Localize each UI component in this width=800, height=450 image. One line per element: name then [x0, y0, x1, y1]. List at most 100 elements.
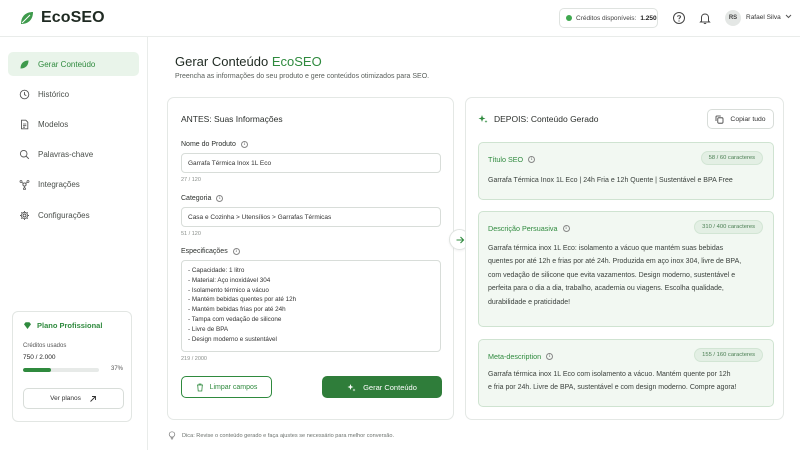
- info-icon[interactable]: [232, 248, 240, 255]
- specs-textarea[interactable]: - Capacidade: 1 litro - Material: Aço in…: [181, 260, 441, 352]
- info-icon[interactable]: [240, 141, 248, 148]
- chevron-down-icon[interactable]: [785, 14, 792, 19]
- seo-title-label-text: Título SEO: [488, 155, 524, 164]
- spec-line: - Mantém bebidas frias por até 24h: [188, 306, 286, 314]
- page-title: Gerar Conteúdo EcoSEO: [175, 54, 322, 69]
- credits-progress-fill: [23, 368, 52, 372]
- after-panel: DEPOIS: Conteúdo Gerado Copiar tudo Títu…: [465, 97, 784, 420]
- sidebar-item-label: Histórico: [38, 89, 70, 99]
- sparkle-icon: [347, 383, 356, 391]
- specs-label: Especificações: [181, 248, 240, 255]
- sidebar: Gerar Conteúdo Histórico Modelos Palavra…: [0, 37, 148, 450]
- product-name-counter: 27 / 120: [181, 177, 201, 183]
- spec-line: - Material: Aço inoxidável 304: [188, 276, 271, 284]
- avatar[interactable]: RS: [725, 10, 741, 26]
- sidebar-item-label: Modelos: [38, 119, 69, 129]
- product-name-label: Nome do Produto: [181, 141, 248, 148]
- credits-used-value: 750 / 2.000: [23, 354, 56, 361]
- gear-icon: [20, 210, 29, 220]
- spec-line: - Tampa com vedação de silicone: [188, 315, 282, 323]
- after-panel-title: DEPOIS: Conteúdo Gerado: [478, 114, 598, 124]
- page-title-prefix: Gerar Conteúdo: [175, 54, 269, 69]
- info-icon[interactable]: [528, 156, 536, 163]
- meta-description-line: Garrafa térmica inox 1L Eco com isolamen…: [488, 371, 731, 378]
- description-label-text: Descrição Persuasiva: [488, 224, 558, 233]
- product-name-input[interactable]: Garrafa Térmica Inox 1L Eco: [181, 153, 441, 173]
- info-icon[interactable]: [546, 353, 554, 360]
- meta-description-char-badge: 155 / 160 caracteres: [694, 348, 763, 362]
- help-icon[interactable]: [672, 11, 686, 25]
- view-plans-label: Ver planos: [50, 395, 81, 402]
- sidebar-item-gerar-conteudo[interactable]: Gerar Conteúdo: [8, 52, 139, 76]
- sidebar-item-label: Gerar Conteúdo: [38, 59, 96, 69]
- credits-used-label: Créditos usados: [23, 343, 67, 349]
- spec-line: - Livre de BPA: [188, 325, 229, 333]
- meta-description-line: e fria por 24h. Livre de BPA, sustentáve…: [488, 384, 737, 392]
- meta-description-card: Meta-description 155 / 160 caracteres Ga…: [478, 339, 774, 407]
- description-line: durabilidade e praticidade!: [488, 298, 571, 306]
- credits-status-dot: [566, 15, 572, 21]
- page-subtitle: Preencha as informações do seu produto e…: [175, 73, 430, 80]
- sidebar-item-label: Configurações: [38, 210, 90, 220]
- credits-used-percent: 37%: [111, 366, 124, 372]
- copy-all-button[interactable]: Copiar tudo: [707, 109, 774, 129]
- seo-title-char-badge: 58 / 60 caracteres: [700, 151, 763, 165]
- copy-all-label: Copiar tudo: [730, 115, 766, 123]
- spec-line: - Isolamento térmico a vácuo: [188, 286, 269, 294]
- info-icon[interactable]: [216, 195, 224, 202]
- sidebar-item-integracoes[interactable]: Integrações: [8, 172, 139, 196]
- sparkle-icon: [478, 115, 488, 123]
- document-icon: [21, 119, 29, 129]
- generate-content-button[interactable]: Gerar Conteúdo: [322, 376, 442, 398]
- category-input[interactable]: Casa e Cozinha > Utensílios > Garrafas T…: [181, 207, 441, 227]
- sidebar-item-label: Palavras-chave: [38, 149, 94, 159]
- clear-fields-label: Limpar campos: [209, 383, 258, 391]
- sidebar-item-historico[interactable]: Histórico: [8, 82, 139, 106]
- before-panel: ANTES: Suas Informações Nome do Produto …: [167, 97, 454, 420]
- view-plans-button[interactable]: Ver planos: [23, 388, 124, 409]
- info-icon[interactable]: [562, 225, 570, 232]
- spec-line: - Capacidade: 1 litro: [188, 267, 245, 274]
- after-panel-title-text: DEPOIS: Conteúdo Gerado: [494, 114, 599, 124]
- footer-tip: Dica: Revise o conteúdo gerado e faça aj…: [168, 431, 394, 440]
- before-panel-title: ANTES: Suas Informações: [181, 114, 283, 124]
- app-name: EcoSEO: [41, 9, 105, 26]
- category-label: Categoria: [181, 195, 224, 202]
- spec-line: - Mantém bebidas quentes por até 12h: [188, 296, 297, 304]
- credits-value: 1.250: [640, 14, 657, 22]
- trash-icon: [196, 383, 203, 391]
- seo-title-card: Título SEO 58 / 60 caracteres Garrafa Té…: [478, 142, 774, 200]
- sidebar-item-configuracoes[interactable]: Configurações: [8, 203, 139, 227]
- credits-badge[interactable]: Créditos disponíveis: 1.250: [559, 8, 658, 28]
- specs-label-text: Especificações: [181, 248, 228, 255]
- diamond-icon: [24, 322, 31, 329]
- search-icon: [19, 149, 30, 159]
- leaf-logo-icon: [21, 12, 33, 24]
- seo-title-label: Título SEO: [488, 155, 536, 164]
- lightbulb-icon: [168, 431, 176, 440]
- copy-icon: [716, 115, 724, 124]
- top-header: EcoSEO Créditos disponíveis: 1.250 RS Ra…: [0, 0, 800, 37]
- generate-content-label: Gerar Conteúdo: [363, 382, 417, 392]
- arrow-up-right-icon: [90, 395, 96, 402]
- product-name-label-text: Nome do Produto: [181, 141, 236, 148]
- description-line: quentes por até 12h e frias por até 24h.…: [488, 258, 742, 266]
- meta-description-label-text: Meta-description: [488, 352, 542, 361]
- description-label: Descrição Persuasiva: [488, 224, 570, 233]
- description-line: Garrafa térmica inox 1L Eco: isolamento …: [488, 245, 724, 252]
- meta-description-text[interactable]: Garrafa térmica inox 1L Eco com isolamen…: [488, 368, 761, 395]
- leaf-icon: [20, 60, 29, 68]
- clock-icon: [19, 89, 30, 99]
- plan-title: Plano Profissional: [23, 321, 102, 330]
- description-text[interactable]: Garrafa térmica inox 1L Eco: isolamento …: [488, 242, 761, 309]
- bell-icon[interactable]: [698, 11, 712, 25]
- arrow-right-icon: [456, 236, 464, 243]
- logo[interactable]: EcoSEO: [19, 9, 105, 27]
- user-name[interactable]: Rafael Silva: [746, 14, 781, 21]
- clear-fields-button[interactable]: Limpar campos: [181, 376, 272, 398]
- sidebar-item-palavras-chave[interactable]: Palavras-chave: [8, 142, 139, 166]
- seo-title-text[interactable]: Garrafa Térmica Inox 1L Eco | 24h Fria e…: [488, 174, 761, 187]
- description-card: Descrição Persuasiva 310 / 400 caractere…: [478, 211, 774, 327]
- sidebar-item-label: Integrações: [38, 179, 80, 189]
- sidebar-item-modelos[interactable]: Modelos: [8, 112, 139, 136]
